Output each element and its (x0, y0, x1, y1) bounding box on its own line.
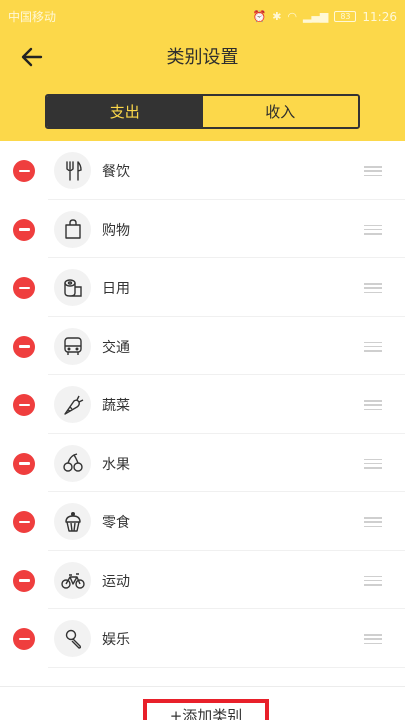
carrier-label: 中国移动 (8, 10, 57, 24)
bicycle-icon (54, 561, 91, 599)
category-list: 餐饮 购物 日用 交通 蔬菜 水果 零食 运动 娱乐 (0, 141, 405, 686)
signal-icon: ▂▄▆ (303, 10, 329, 23)
category-label: 零食 (102, 515, 130, 531)
cherries-icon (54, 444, 91, 482)
header: 类别设置 支出 收入 (0, 33, 405, 141)
drag-handle[interactable] (364, 283, 382, 293)
list-item: 蔬菜 (0, 375, 405, 434)
wifi-icon: ◠ (287, 10, 298, 23)
drag-handle[interactable] (364, 224, 382, 235)
battery-level: 83 (340, 12, 351, 21)
drag-handle[interactable] (364, 341, 382, 352)
carrot-icon (54, 386, 91, 423)
tab-expense[interactable]: 支出 (47, 96, 203, 127)
delete-button[interactable] (13, 569, 35, 592)
alarm-icon: ⏰ (252, 10, 267, 23)
drag-handle[interactable] (364, 517, 382, 527)
shopping-bag-icon (54, 210, 91, 248)
page-title: 类别设置 (166, 47, 239, 68)
bus-icon (54, 327, 91, 365)
category-label: 蔬菜 (102, 398, 130, 414)
category-label: 水果 (102, 456, 130, 473)
add-category-button[interactable]: +添加类别 (143, 699, 269, 720)
status-icons: ⏰ ✱ ◠ ▂▄▆ 83 11:26 (252, 10, 397, 24)
category-label: 日用 (102, 281, 130, 297)
bottom-bar: +添加类别 (0, 686, 405, 720)
list-item: 水果 (0, 434, 405, 493)
list-item: 交通 (0, 317, 405, 376)
bluetooth-icon: ✱ (272, 10, 282, 23)
list-item: 餐饮 (0, 141, 405, 200)
status-bar: 中国移动 ⏰ ✱ ◠ ▂▄▆ 83 11:26 (0, 0, 405, 33)
tissue-roll-icon (54, 269, 91, 306)
type-segment: 支出 收入 (45, 94, 360, 129)
delete-button[interactable] (13, 452, 35, 475)
list-item: 日用 (0, 258, 405, 317)
delete-button[interactable] (13, 277, 35, 299)
drag-handle[interactable] (364, 575, 382, 586)
battery-icon: 83 (334, 11, 357, 22)
category-label: 运动 (102, 573, 130, 590)
tab-income[interactable]: 收入 (202, 96, 358, 127)
delete-button[interactable] (13, 628, 35, 650)
delete-button[interactable] (13, 511, 35, 533)
category-label: 娱乐 (102, 632, 130, 648)
category-label: 餐饮 (102, 164, 130, 180)
delete-button[interactable] (13, 394, 35, 416)
list-item: 零食 (0, 492, 405, 551)
category-label: 交通 (102, 339, 130, 356)
delete-button[interactable] (13, 335, 35, 358)
clock-time: 11:26 (362, 9, 397, 24)
delete-button[interactable] (13, 160, 35, 182)
drag-handle[interactable] (364, 458, 382, 469)
microphone-icon (54, 620, 91, 657)
list-item: 娱乐 (0, 609, 405, 668)
cupcake-icon (54, 503, 91, 540)
drag-handle[interactable] (364, 166, 382, 176)
drag-handle[interactable] (364, 634, 382, 644)
category-label: 购物 (102, 222, 130, 239)
list-item: 运动 (0, 551, 405, 610)
utensils-icon (54, 152, 91, 189)
drag-handle[interactable] (364, 400, 382, 410)
delete-button[interactable] (13, 218, 35, 241)
list-item: 购物 (0, 200, 405, 259)
